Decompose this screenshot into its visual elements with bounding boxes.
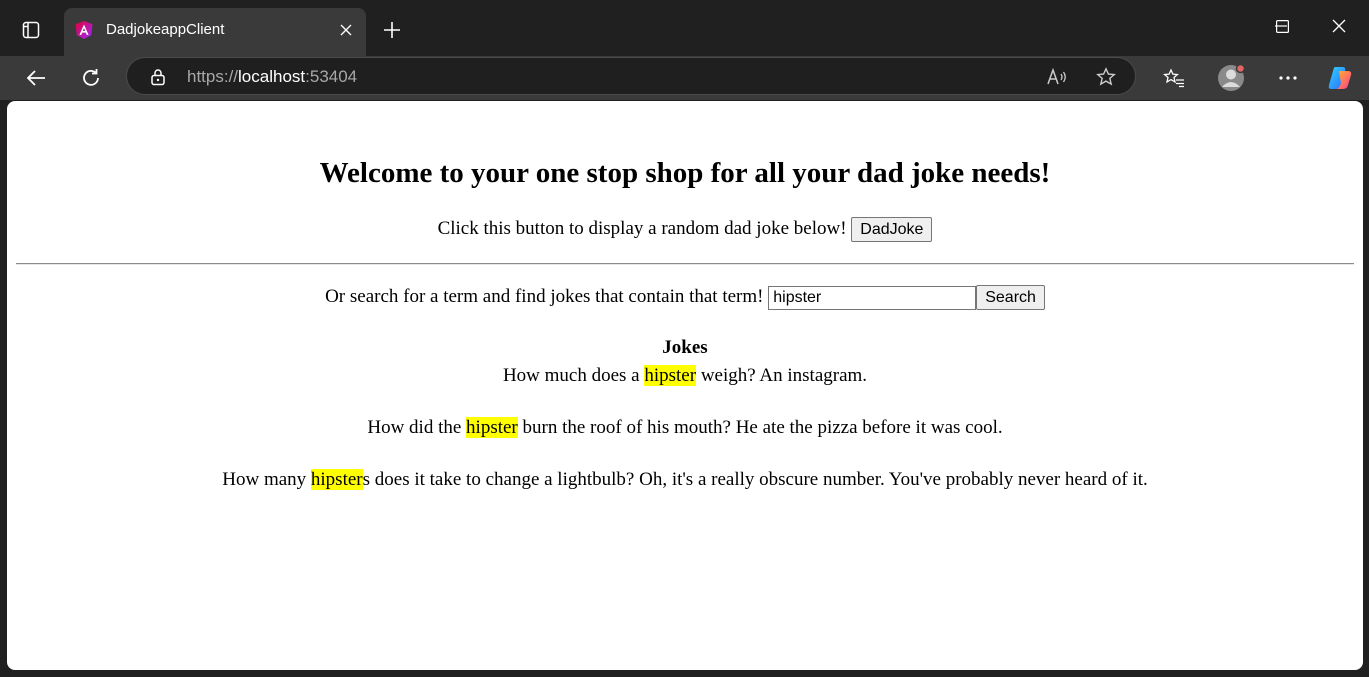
more-icon[interactable]: [1270, 60, 1306, 96]
close-icon[interactable]: [336, 20, 356, 40]
joke-item: How much does a hipster weigh? An instag…: [502, 365, 868, 386]
tab-title: DadjokeappClient: [106, 21, 225, 38]
profile-icon[interactable]: [1213, 60, 1249, 96]
close-window-icon[interactable]: [1319, 10, 1359, 42]
search-input[interactable]: hipster: [768, 285, 977, 310]
search-highlight: hipster: [466, 417, 518, 438]
search-button[interactable]: Search: [976, 285, 1045, 310]
address-bar[interactable]: https://localhost:53404: [126, 57, 1136, 95]
tab-bar: DadjokeappClient: [0, 0, 1369, 56]
plus-icon[interactable]: [378, 16, 406, 44]
copilot-icon[interactable]: [1322, 60, 1358, 96]
search-highlight: hipster: [310, 469, 363, 490]
read-aloud-icon[interactable]: [1046, 66, 1068, 88]
joke-item: How many hipsters does it take to change…: [222, 469, 1148, 490]
dadjoke-button[interactable]: DadJoke: [851, 217, 933, 242]
back-icon[interactable]: [18, 60, 54, 96]
page-heading: Welcome to your one stop shop for all yo…: [319, 157, 1051, 189]
page-viewport: Welcome to your one stop shop for all yo…: [7, 101, 1363, 670]
random-prompt: Click this button to display a random da…: [437, 217, 847, 239]
angular-favicon-icon: [74, 20, 94, 40]
search-row: Or search for a term and find jokes that…: [7, 285, 1363, 310]
divider: [16, 263, 1354, 265]
search-highlight: hipster: [644, 365, 697, 386]
browser-toolbar: https://localhost:53404: [0, 56, 1369, 100]
url-text: https://localhost:53404: [187, 67, 358, 86]
refresh-icon[interactable]: [73, 60, 109, 96]
random-joke-row: Click this button to display a random da…: [7, 217, 1363, 242]
search-prompt: Or search for a term and find jokes that…: [325, 285, 764, 307]
tab-actions-icon[interactable]: [14, 14, 48, 46]
maximize-icon[interactable]: [1262, 10, 1302, 42]
joke-item: How did the hipster burn the roof of his…: [367, 417, 1003, 438]
active-tab[interactable]: DadjokeappClient: [64, 8, 366, 56]
jokes-title: Jokes: [662, 337, 708, 358]
favorites-icon[interactable]: [1156, 60, 1192, 96]
star-icon[interactable]: [1095, 66, 1117, 88]
lock-icon[interactable]: [147, 66, 169, 88]
